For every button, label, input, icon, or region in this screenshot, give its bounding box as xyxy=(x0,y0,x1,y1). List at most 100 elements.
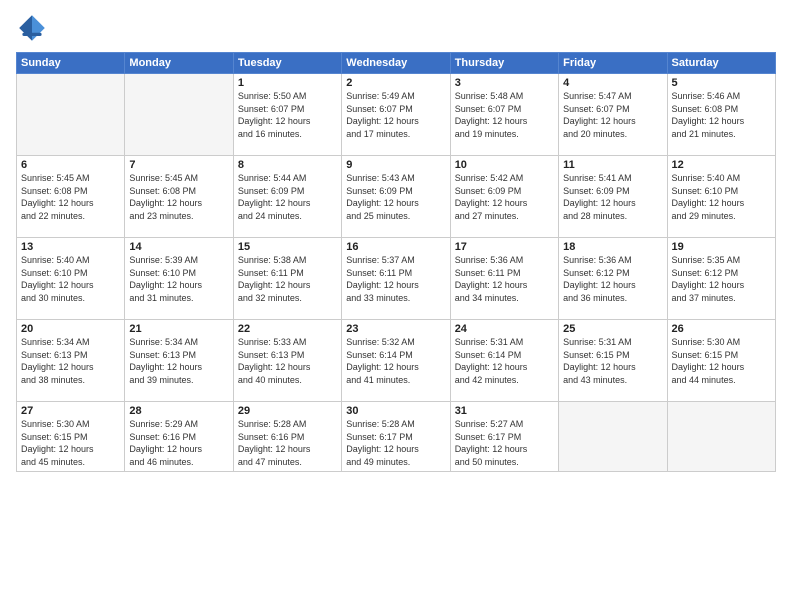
cell-info: Sunrise: 5:46 AMSunset: 6:08 PMDaylight:… xyxy=(672,90,771,140)
calendar-cell: 20Sunrise: 5:34 AMSunset: 6:13 PMDayligh… xyxy=(17,320,125,402)
calendar-cell: 15Sunrise: 5:38 AMSunset: 6:11 PMDayligh… xyxy=(233,238,341,320)
cell-info: Sunrise: 5:42 AMSunset: 6:09 PMDaylight:… xyxy=(455,172,554,222)
calendar-cell: 22Sunrise: 5:33 AMSunset: 6:13 PMDayligh… xyxy=(233,320,341,402)
calendar-cell: 9Sunrise: 5:43 AMSunset: 6:09 PMDaylight… xyxy=(342,156,450,238)
cell-info: Sunrise: 5:43 AMSunset: 6:09 PMDaylight:… xyxy=(346,172,445,222)
cell-info: Sunrise: 5:27 AMSunset: 6:17 PMDaylight:… xyxy=(455,418,554,468)
calendar-cell: 4Sunrise: 5:47 AMSunset: 6:07 PMDaylight… xyxy=(559,74,667,156)
day-number: 23 xyxy=(346,323,445,335)
day-number: 26 xyxy=(672,323,771,335)
calendar-week-row: 6Sunrise: 5:45 AMSunset: 6:08 PMDaylight… xyxy=(17,156,776,238)
day-number: 20 xyxy=(21,323,120,335)
cell-info: Sunrise: 5:49 AMSunset: 6:07 PMDaylight:… xyxy=(346,90,445,140)
cell-info: Sunrise: 5:33 AMSunset: 6:13 PMDaylight:… xyxy=(238,336,337,386)
day-number: 9 xyxy=(346,159,445,171)
cell-info: Sunrise: 5:28 AMSunset: 6:16 PMDaylight:… xyxy=(238,418,337,468)
cell-info: Sunrise: 5:44 AMSunset: 6:09 PMDaylight:… xyxy=(238,172,337,222)
day-number: 4 xyxy=(563,77,662,89)
calendar-cell xyxy=(17,74,125,156)
cell-info: Sunrise: 5:32 AMSunset: 6:14 PMDaylight:… xyxy=(346,336,445,386)
calendar-cell: 18Sunrise: 5:36 AMSunset: 6:12 PMDayligh… xyxy=(559,238,667,320)
cell-info: Sunrise: 5:29 AMSunset: 6:16 PMDaylight:… xyxy=(129,418,228,468)
day-number: 30 xyxy=(346,405,445,417)
weekday-header-row: SundayMondayTuesdayWednesdayThursdayFrid… xyxy=(17,53,776,74)
weekday-header: Saturday xyxy=(667,53,775,74)
calendar-cell: 19Sunrise: 5:35 AMSunset: 6:12 PMDayligh… xyxy=(667,238,775,320)
calendar-cell: 24Sunrise: 5:31 AMSunset: 6:14 PMDayligh… xyxy=(450,320,558,402)
calendar-cell: 26Sunrise: 5:30 AMSunset: 6:15 PMDayligh… xyxy=(667,320,775,402)
calendar-cell: 3Sunrise: 5:48 AMSunset: 6:07 PMDaylight… xyxy=(450,74,558,156)
day-number: 22 xyxy=(238,323,337,335)
day-number: 29 xyxy=(238,405,337,417)
cell-info: Sunrise: 5:31 AMSunset: 6:15 PMDaylight:… xyxy=(563,336,662,386)
day-number: 5 xyxy=(672,77,771,89)
cell-info: Sunrise: 5:36 AMSunset: 6:11 PMDaylight:… xyxy=(455,254,554,304)
cell-info: Sunrise: 5:30 AMSunset: 6:15 PMDaylight:… xyxy=(672,336,771,386)
day-number: 1 xyxy=(238,77,337,89)
calendar-cell: 29Sunrise: 5:28 AMSunset: 6:16 PMDayligh… xyxy=(233,402,341,472)
day-number: 8 xyxy=(238,159,337,171)
header xyxy=(16,12,776,44)
calendar-cell: 6Sunrise: 5:45 AMSunset: 6:08 PMDaylight… xyxy=(17,156,125,238)
calendar-cell: 28Sunrise: 5:29 AMSunset: 6:16 PMDayligh… xyxy=(125,402,233,472)
calendar-week-row: 27Sunrise: 5:30 AMSunset: 6:15 PMDayligh… xyxy=(17,402,776,472)
calendar-cell: 25Sunrise: 5:31 AMSunset: 6:15 PMDayligh… xyxy=(559,320,667,402)
cell-info: Sunrise: 5:39 AMSunset: 6:10 PMDaylight:… xyxy=(129,254,228,304)
calendar-cell: 2Sunrise: 5:49 AMSunset: 6:07 PMDaylight… xyxy=(342,74,450,156)
logo xyxy=(16,12,50,44)
weekday-header: Monday xyxy=(125,53,233,74)
day-number: 11 xyxy=(563,159,662,171)
calendar: SundayMondayTuesdayWednesdayThursdayFrid… xyxy=(16,52,776,472)
calendar-cell xyxy=(559,402,667,472)
weekday-header: Friday xyxy=(559,53,667,74)
logo-icon xyxy=(16,12,48,44)
weekday-header: Thursday xyxy=(450,53,558,74)
day-number: 7 xyxy=(129,159,228,171)
day-number: 14 xyxy=(129,241,228,253)
cell-info: Sunrise: 5:38 AMSunset: 6:11 PMDaylight:… xyxy=(238,254,337,304)
weekday-header: Sunday xyxy=(17,53,125,74)
cell-info: Sunrise: 5:45 AMSunset: 6:08 PMDaylight:… xyxy=(21,172,120,222)
page: SundayMondayTuesdayWednesdayThursdayFrid… xyxy=(0,0,792,612)
day-number: 18 xyxy=(563,241,662,253)
calendar-cell: 12Sunrise: 5:40 AMSunset: 6:10 PMDayligh… xyxy=(667,156,775,238)
day-number: 28 xyxy=(129,405,228,417)
calendar-cell: 21Sunrise: 5:34 AMSunset: 6:13 PMDayligh… xyxy=(125,320,233,402)
cell-info: Sunrise: 5:45 AMSunset: 6:08 PMDaylight:… xyxy=(129,172,228,222)
calendar-week-row: 13Sunrise: 5:40 AMSunset: 6:10 PMDayligh… xyxy=(17,238,776,320)
calendar-cell: 14Sunrise: 5:39 AMSunset: 6:10 PMDayligh… xyxy=(125,238,233,320)
calendar-cell: 7Sunrise: 5:45 AMSunset: 6:08 PMDaylight… xyxy=(125,156,233,238)
calendar-cell: 27Sunrise: 5:30 AMSunset: 6:15 PMDayligh… xyxy=(17,402,125,472)
calendar-cell: 8Sunrise: 5:44 AMSunset: 6:09 PMDaylight… xyxy=(233,156,341,238)
calendar-cell: 31Sunrise: 5:27 AMSunset: 6:17 PMDayligh… xyxy=(450,402,558,472)
day-number: 6 xyxy=(21,159,120,171)
cell-info: Sunrise: 5:31 AMSunset: 6:14 PMDaylight:… xyxy=(455,336,554,386)
day-number: 17 xyxy=(455,241,554,253)
day-number: 19 xyxy=(672,241,771,253)
cell-info: Sunrise: 5:35 AMSunset: 6:12 PMDaylight:… xyxy=(672,254,771,304)
day-number: 3 xyxy=(455,77,554,89)
cell-info: Sunrise: 5:34 AMSunset: 6:13 PMDaylight:… xyxy=(129,336,228,386)
calendar-cell: 17Sunrise: 5:36 AMSunset: 6:11 PMDayligh… xyxy=(450,238,558,320)
calendar-cell xyxy=(125,74,233,156)
cell-info: Sunrise: 5:41 AMSunset: 6:09 PMDaylight:… xyxy=(563,172,662,222)
cell-info: Sunrise: 5:34 AMSunset: 6:13 PMDaylight:… xyxy=(21,336,120,386)
day-number: 21 xyxy=(129,323,228,335)
day-number: 12 xyxy=(672,159,771,171)
day-number: 13 xyxy=(21,241,120,253)
cell-info: Sunrise: 5:28 AMSunset: 6:17 PMDaylight:… xyxy=(346,418,445,468)
weekday-header: Tuesday xyxy=(233,53,341,74)
cell-info: Sunrise: 5:30 AMSunset: 6:15 PMDaylight:… xyxy=(21,418,120,468)
calendar-cell: 16Sunrise: 5:37 AMSunset: 6:11 PMDayligh… xyxy=(342,238,450,320)
calendar-cell: 30Sunrise: 5:28 AMSunset: 6:17 PMDayligh… xyxy=(342,402,450,472)
calendar-cell: 10Sunrise: 5:42 AMSunset: 6:09 PMDayligh… xyxy=(450,156,558,238)
calendar-week-row: 20Sunrise: 5:34 AMSunset: 6:13 PMDayligh… xyxy=(17,320,776,402)
weekday-header: Wednesday xyxy=(342,53,450,74)
day-number: 15 xyxy=(238,241,337,253)
cell-info: Sunrise: 5:47 AMSunset: 6:07 PMDaylight:… xyxy=(563,90,662,140)
cell-info: Sunrise: 5:37 AMSunset: 6:11 PMDaylight:… xyxy=(346,254,445,304)
calendar-cell: 1Sunrise: 5:50 AMSunset: 6:07 PMDaylight… xyxy=(233,74,341,156)
calendar-cell: 13Sunrise: 5:40 AMSunset: 6:10 PMDayligh… xyxy=(17,238,125,320)
day-number: 16 xyxy=(346,241,445,253)
cell-info: Sunrise: 5:40 AMSunset: 6:10 PMDaylight:… xyxy=(672,172,771,222)
